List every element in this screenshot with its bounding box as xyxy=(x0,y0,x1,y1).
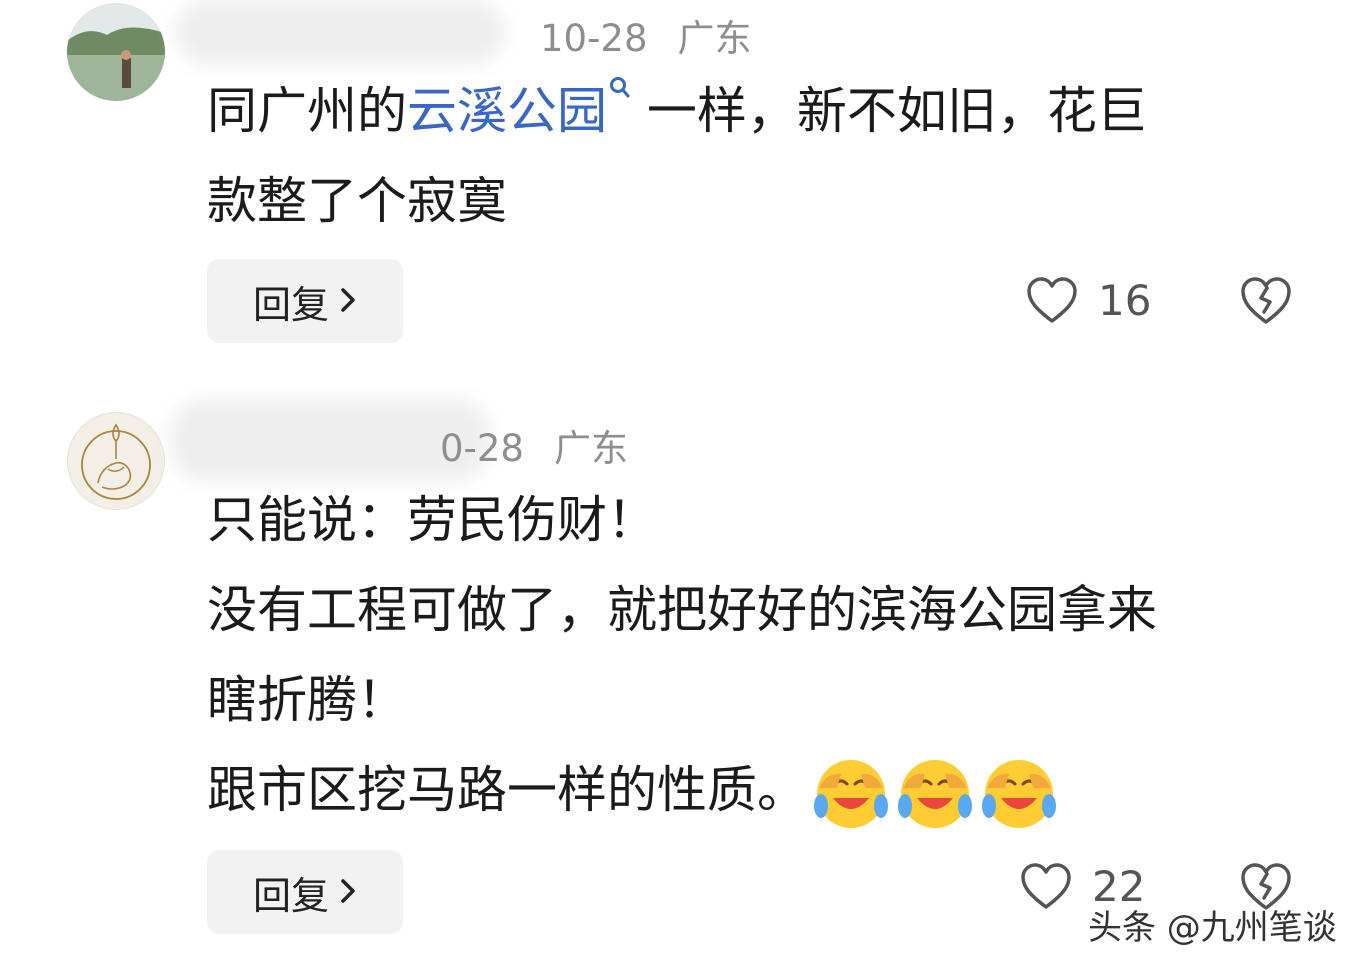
comment-meta: 0-28 广东 xyxy=(440,418,658,472)
text-prefix: 同广州的 xyxy=(207,82,407,140)
comment-line-text: 跟市区挖马路一样的性质。 xyxy=(207,761,807,819)
emoji-row xyxy=(807,759,1059,828)
comment-line: 跟市区挖马路一样的性质。 xyxy=(207,745,1287,835)
laughing-crying-emoji xyxy=(898,759,972,828)
comment-1: 10-28 广东 同广州的云溪公园 一样，新不如旧，花巨 款整了个寂寞 回复 16 xyxy=(0,0,1368,360)
reply-label: 回复 xyxy=(252,873,329,918)
heart-outline-icon xyxy=(1027,276,1077,323)
reply-button[interactable]: 回复 xyxy=(207,850,403,934)
like-count: 16 xyxy=(1098,276,1152,325)
avatar[interactable] xyxy=(67,412,165,510)
park-link[interactable]: 云溪公园 xyxy=(407,82,607,140)
comment-line: 同广州的云溪公园 一样，新不如旧，花巨 xyxy=(207,66,1287,156)
comment-location: 广东 xyxy=(677,17,752,60)
broken-heart-icon xyxy=(1241,277,1291,324)
lotus-hand-avatar-image xyxy=(81,423,151,500)
search-icon[interactable] xyxy=(609,76,631,100)
heart-outline-icon xyxy=(1021,862,1071,909)
reply-label: 回复 xyxy=(252,282,329,327)
comment-date: 0-28 xyxy=(440,427,524,470)
blurred-username xyxy=(175,0,505,64)
comment-line: 瞎折腾！ xyxy=(207,671,407,729)
comment-line: 款整了个寂寞 xyxy=(207,172,507,230)
comment-text: 只能说：劳民伤财！ 没有工程可做了，就把好好的滨海公园拿来 瞎折腾！ 跟市区挖马… xyxy=(207,475,1287,835)
laughing-crying-emoji xyxy=(982,759,1056,828)
dislike-button[interactable] xyxy=(1239,276,1293,326)
comment-meta: 10-28 广东 xyxy=(540,8,782,62)
comment-2: 0-28 广东 只能说：劳民伤财！ 没有工程可做了，就把好好的滨海公园拿来 瞎折腾… xyxy=(0,380,1368,969)
laughing-crying-emoji xyxy=(814,759,888,828)
watermark: 头条 @九州笔谈 xyxy=(1088,908,1337,948)
comment-location: 广东 xyxy=(553,427,628,470)
chevron-right-icon xyxy=(339,279,357,323)
landscape-avatar-image xyxy=(67,3,165,101)
comment-text: 同广州的云溪公园 一样，新不如旧，花巨 款整了个寂寞 xyxy=(207,66,1287,246)
text-suffix: 一样，新不如旧，花巨 xyxy=(631,82,1147,140)
reply-button[interactable]: 回复 xyxy=(207,259,403,343)
comment-line: 没有工程可做了，就把好好的滨海公园拿来 xyxy=(207,581,1157,639)
comment-date: 10-28 xyxy=(540,17,648,60)
avatar[interactable] xyxy=(67,3,165,101)
like-button[interactable]: 16 xyxy=(1026,276,1151,325)
comment-line: 只能说：劳民伤财！ xyxy=(207,491,657,549)
chevron-right-icon xyxy=(339,870,357,914)
